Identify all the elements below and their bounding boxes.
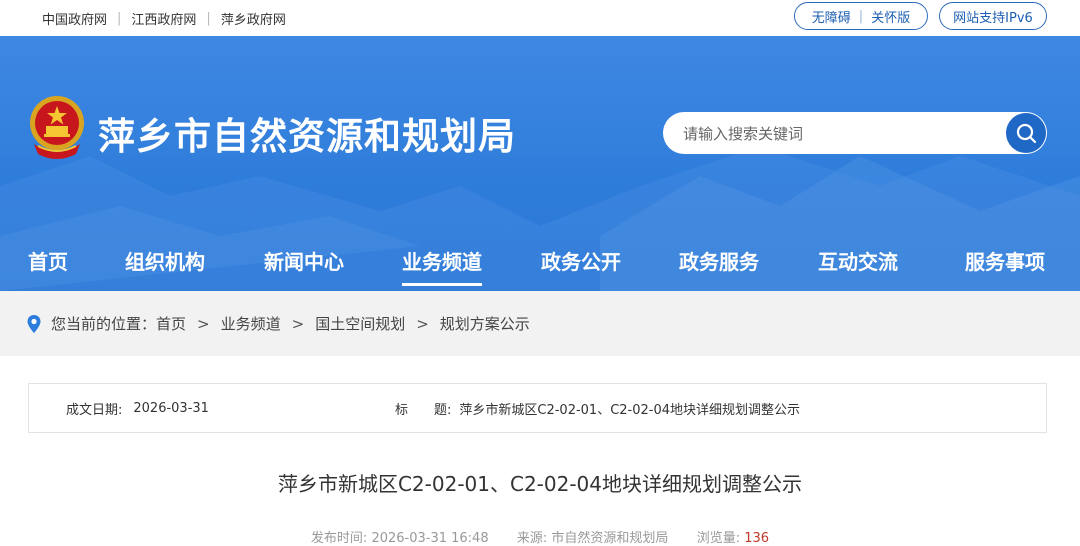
nav-interaction[interactable]: 互动交流 bbox=[818, 246, 898, 275]
search-button[interactable] bbox=[1006, 113, 1046, 153]
nav-organization[interactable]: 组织机构 bbox=[125, 246, 205, 275]
top-links: 中国政府网 | 江西政府网 | 萍乡政府网 bbox=[42, 0, 286, 36]
divider: | bbox=[858, 8, 864, 24]
date-label: 成文日期: bbox=[66, 402, 123, 418]
source-value: 市自然资源和规划局 bbox=[551, 531, 669, 546]
publish-time: 2026-03-31 16:48 bbox=[371, 531, 489, 546]
document-info-box: 成文日期: 2026-03-31 标 题: 萍乡市新城区C2-02-01、C2-… bbox=[28, 383, 1047, 433]
source-label: 来源: bbox=[516, 531, 548, 546]
breadcrumb-plan-publicity[interactable]: 规划方案公示 bbox=[440, 313, 530, 334]
nav-gov-affairs[interactable]: 政务公开 bbox=[541, 246, 621, 275]
divider: | bbox=[117, 10, 122, 26]
link-jiangxi-gov[interactable]: 江西政府网 bbox=[131, 9, 196, 28]
national-emblem-icon bbox=[30, 96, 84, 159]
link-pingxiang-gov[interactable]: 萍乡政府网 bbox=[221, 9, 286, 28]
nav-business[interactable]: 业务频道 bbox=[402, 246, 482, 286]
breadcrumb-separator: > bbox=[291, 314, 305, 333]
nav-gov-services[interactable]: 政务服务 bbox=[679, 246, 759, 275]
search-icon bbox=[1016, 123, 1037, 144]
site-header: 萍乡市自然资源和规划局 首页 组织机构 新闻中心 业务频道 政务公开 政务服务 … bbox=[0, 36, 1080, 291]
ipv6-badge[interactable]: 网站支持IPv6 bbox=[939, 2, 1047, 30]
breadcrumb-spatial-planning[interactable]: 国土空间规划 bbox=[315, 313, 405, 334]
breadcrumb-bar: 您当前的位置： 首页 > 业务频道 > 国土空间规划 > 规划方案公示 bbox=[0, 291, 1080, 356]
accessibility-group: 无障碍 | 关怀版 bbox=[794, 2, 928, 30]
title-label: 标 题: bbox=[395, 402, 452, 418]
nav-service-items[interactable]: 服务事项 bbox=[965, 246, 1045, 275]
accessibility-button[interactable]: 无障碍 bbox=[812, 7, 851, 26]
title-field: 标 题: 萍乡市新城区C2-02-01、C2-02-04地块详细规划调整公示 bbox=[395, 384, 800, 432]
nav-home[interactable]: 首页 bbox=[28, 246, 68, 275]
elder-mode-button[interactable]: 关怀版 bbox=[871, 7, 910, 26]
date-value: 2026-03-31 bbox=[133, 400, 209, 416]
search-input[interactable] bbox=[681, 112, 985, 156]
date-field: 成文日期: 2026-03-31 bbox=[66, 384, 209, 432]
top-bar: 中国政府网 | 江西政府网 | 萍乡政府网 无障碍 | 关怀版 网站支持IPv6 bbox=[0, 0, 1080, 36]
breadcrumb-prefix: 您当前的位置： bbox=[51, 315, 157, 333]
breadcrumb: 您当前的位置： 首页 > 业务频道 > 国土空间规划 > 规划方案公示 bbox=[26, 291, 530, 356]
breadcrumb-separator: > bbox=[416, 314, 429, 333]
nav-news[interactable]: 新闻中心 bbox=[264, 246, 344, 275]
search-box bbox=[663, 112, 1047, 156]
views-count: 136 bbox=[744, 531, 770, 546]
publish-label: 发布时间: bbox=[310, 531, 368, 546]
main-nav: 首页 组织机构 新闻中心 业务频道 政务公开 政务服务 互动交流 服务事项 bbox=[0, 238, 1080, 286]
breadcrumb-separator: > bbox=[197, 314, 210, 333]
article-meta: 发布时间: 2026-03-31 16:48 来源: 市自然资源和规划局 浏览量… bbox=[0, 527, 1080, 546]
article-title: 萍乡市新城区C2-02-01、C2-02-04地块详细规划调整公示 bbox=[277, 472, 803, 496]
views-label: 浏览量: bbox=[696, 531, 741, 546]
breadcrumb-home[interactable]: 首页 bbox=[156, 313, 186, 334]
title-value: 萍乡市新城区C2-02-01、C2-02-04地块详细规划调整公示 bbox=[459, 402, 801, 418]
divider: | bbox=[206, 10, 211, 26]
link-china-gov[interactable]: 中国政府网 bbox=[42, 9, 107, 28]
breadcrumb-business[interactable]: 业务频道 bbox=[221, 313, 281, 334]
site-title: 萍乡市自然资源和规划局 bbox=[98, 115, 516, 158]
location-pin-icon bbox=[27, 314, 41, 333]
